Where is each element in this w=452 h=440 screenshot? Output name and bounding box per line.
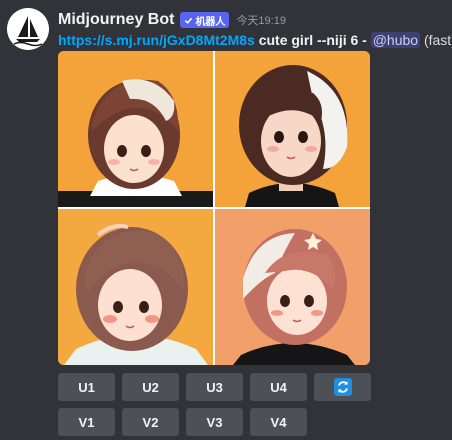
user-mention[interactable]: @hubo [370,32,421,48]
prompt-text: cute girl --niji 6 - [254,32,371,48]
u1-button[interactable]: U1 [58,373,115,401]
image-grid[interactable] [58,51,370,365]
sailboat-logo-icon [7,8,49,50]
upscale-buttons: U1 U2 U3 U4 [58,373,371,401]
bot-username[interactable]: Midjourney Bot [58,11,174,29]
refresh-icon [333,378,352,396]
bot-badge: 机器人 [180,12,230,28]
u2-button[interactable]: U2 [122,373,179,401]
message-timestamp: 今天19:19 [236,15,286,27]
message-header: Midjourney Bot 机器人 今天19:19 [58,10,286,30]
generated-image-1[interactable] [58,51,213,207]
variation-buttons: V1 V2 V3 V4 [58,408,307,436]
v4-button[interactable]: V4 [250,408,307,436]
u4-button[interactable]: U4 [250,373,307,401]
v3-button[interactable]: V3 [186,408,243,436]
bot-badge-label: 机器人 [195,16,226,28]
v1-button[interactable]: V1 [58,408,115,436]
reroll-button[interactable] [314,373,371,401]
generated-image-3[interactable] [58,209,213,365]
bot-avatar[interactable] [7,8,49,50]
message-content: https://s.mj.run/jGxD8Mt2M8s cute girl -… [58,31,452,50]
prompt-image-link[interactable]: https://s.mj.run/jGxD8Mt2M8s [58,32,255,48]
generation-speed: (fast) [423,32,452,48]
v2-button[interactable]: V2 [122,408,179,436]
u3-button[interactable]: U3 [186,373,243,401]
generated-image-2[interactable] [215,51,370,207]
generated-image-4[interactable] [215,209,370,365]
verified-check-icon [185,17,193,24]
